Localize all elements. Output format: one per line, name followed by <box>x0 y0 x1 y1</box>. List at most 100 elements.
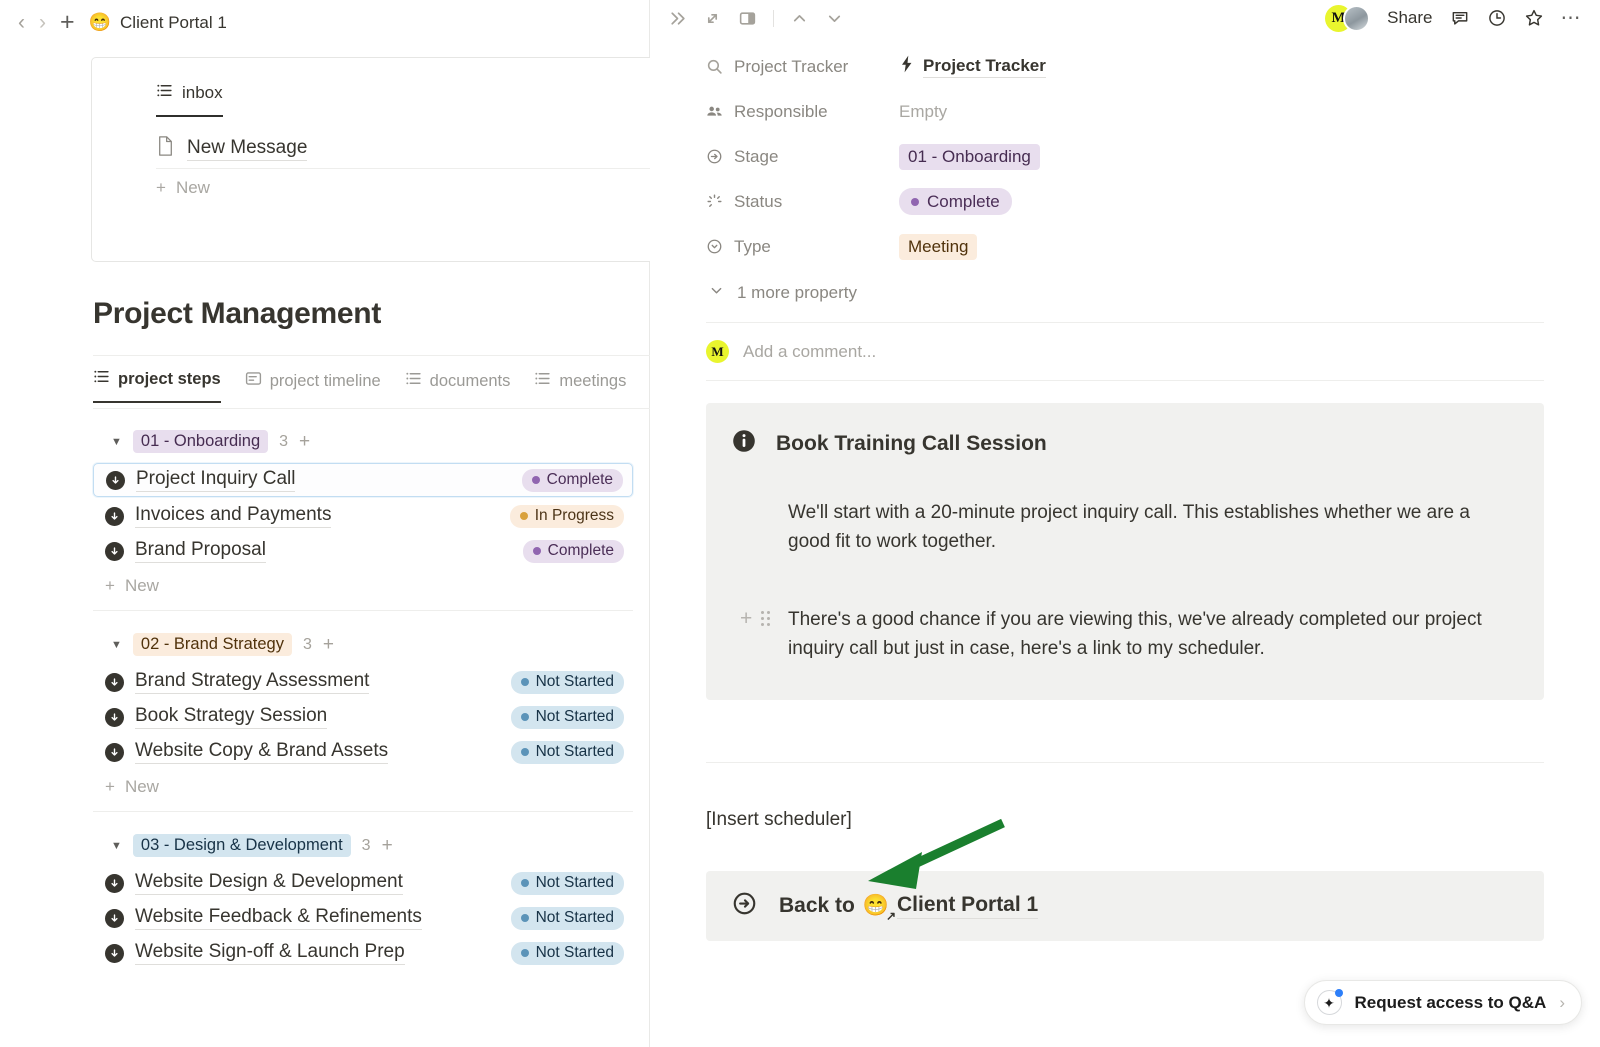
row-main: Project Inquiry Call <box>106 468 295 492</box>
more-properties-toggle[interactable]: 1 more property <box>650 269 1600 304</box>
tab-documents[interactable]: documents <box>405 370 511 403</box>
group-count: 3 <box>279 433 288 451</box>
back-icon[interactable]: ‹ <box>18 12 25 33</box>
property-name[interactable]: Status <box>706 192 899 212</box>
tab-project-timeline[interactable]: project timeline <box>245 370 381 403</box>
arrow-up-right-icon: ↗ <box>886 909 896 923</box>
group-new-label: New <box>125 777 159 797</box>
property-name[interactable]: Stage <box>706 147 899 167</box>
property-name[interactable]: Type <box>706 237 899 257</box>
plus-icon: + <box>156 178 166 198</box>
group-header[interactable]: ▼ 01 - Onboarding 3 + <box>93 424 633 463</box>
inbox-new-button[interactable]: + New <box>156 178 650 198</box>
tab-project-steps[interactable]: project steps <box>93 368 221 403</box>
back-to-link-label[interactable]: Client Portal 1 <box>897 893 1038 919</box>
star-icon[interactable] <box>1524 8 1544 28</box>
property-value-empty[interactable]: Empty <box>899 102 947 122</box>
property-name[interactable]: Responsible <box>706 102 899 122</box>
forward-icon[interactable]: › <box>39 12 46 33</box>
chevron-up-icon[interactable] <box>790 9 809 28</box>
property-row-responsible[interactable]: Responsible Empty <box>706 89 1600 134</box>
group-header[interactable]: ▼ 02 - Brand Strategy 3 + <box>93 627 633 666</box>
side-peek-icon[interactable] <box>738 9 757 28</box>
clock-icon[interactable] <box>1487 8 1507 28</box>
property-value-chip[interactable]: 01 - Onboarding <box>899 144 1040 170</box>
sparkle-glyph: ✦ <box>1323 996 1335 1010</box>
property-value-chip[interactable]: Meeting <box>899 234 977 260</box>
request-access-qa-button[interactable]: ✦ Request access to Q&A › <box>1304 980 1582 1025</box>
list-item-label: New Message <box>187 137 307 161</box>
drag-handle-icon[interactable] <box>761 611 770 626</box>
double-chevron-right-icon[interactable] <box>668 9 687 28</box>
property-value-relation[interactable]: Project Tracker <box>899 55 1046 78</box>
property-value-badge[interactable]: Complete <box>899 188 1012 215</box>
list-view-icon <box>156 82 173 104</box>
add-block-icon[interactable]: + <box>740 608 752 629</box>
status-label: Not Started <box>536 708 614 726</box>
breadcrumb[interactable]: 😁 Client Portal 1 <box>89 12 227 33</box>
chevron-down-icon[interactable] <box>825 9 844 28</box>
group-add-icon[interactable]: + <box>323 634 334 656</box>
table-row[interactable]: Website Copy & Brand Assets Not Started <box>93 736 633 768</box>
status-badge[interactable]: In Progress <box>510 505 624 528</box>
plus-icon[interactable]: + <box>60 10 75 35</box>
table-row[interactable]: Website Sign-off & Launch Prep Not Start… <box>93 937 633 969</box>
table-row[interactable]: Brand Strategy Assessment Not Started <box>93 666 633 698</box>
group-header[interactable]: ▼ 03 - Design & Development 3 + <box>93 828 633 867</box>
chevron-down-icon[interactable]: ▼ <box>111 639 122 651</box>
tab-project-timeline-label: project timeline <box>270 372 381 391</box>
expand-diagonal-icon[interactable] <box>703 9 722 28</box>
ellipsis-icon[interactable]: ⋯ <box>1561 12 1583 24</box>
group-name-chip: 01 - Onboarding <box>133 430 268 453</box>
property-row-stage[interactable]: Stage 01 - Onboarding <box>706 134 1600 179</box>
table-row[interactable]: Website Feedback & Refinements Not Start… <box>93 902 633 934</box>
property-row-type[interactable]: Type Meeting <box>706 224 1600 269</box>
property-row-status[interactable]: Status Complete <box>706 179 1600 224</box>
status-badge[interactable]: Not Started <box>511 671 624 694</box>
tab-inbox[interactable]: inbox <box>156 82 223 117</box>
property-name[interactable]: Project Tracker <box>706 57 899 77</box>
tab-meetings[interactable]: meetings <box>534 370 626 403</box>
share-button[interactable]: Share <box>1387 8 1432 28</box>
add-comment-row[interactable]: M Add a comment... <box>650 323 1600 363</box>
status-badge[interactable]: Complete <box>523 540 624 563</box>
back-to-prefix: Back to <box>779 894 855 918</box>
row-title: Brand Proposal <box>135 539 266 563</box>
table-row[interactable]: Book Strategy Session Not Started <box>93 701 633 733</box>
inbox-tab-row: inbox <box>92 58 650 117</box>
status-label: Not Started <box>536 743 614 761</box>
list-item[interactable]: New Message <box>156 135 650 163</box>
status-dot-icon <box>521 713 529 721</box>
download-circle-icon <box>106 471 125 490</box>
group-add-icon[interactable]: + <box>299 431 310 453</box>
app-root: ‹ › + 😁 Client Portal 1 <box>0 0 1600 1047</box>
status-dot-icon <box>533 547 541 555</box>
status-badge[interactable]: Not Started <box>511 872 624 895</box>
status-badge[interactable]: Complete <box>522 469 623 492</box>
comment-icon[interactable] <box>1450 8 1470 28</box>
group-new-button[interactable]: + New <box>93 771 633 797</box>
status-badge[interactable]: Not Started <box>511 741 624 764</box>
arrow-circle-icon <box>732 891 757 921</box>
status-badge[interactable]: Not Started <box>511 942 624 965</box>
block-handles: + <box>740 608 770 629</box>
scheduler-placeholder[interactable]: [Insert scheduler] <box>650 763 1600 831</box>
group-new-label: New <box>125 576 159 596</box>
table-row[interactable]: Website Design & Development Not Started <box>93 867 633 899</box>
toolbar-divider <box>773 10 774 27</box>
status-badge[interactable]: Not Started <box>511 907 624 930</box>
group-new-button[interactable]: + New <box>93 570 633 596</box>
property-row-project-tracker[interactable]: Project Tracker Project Tracker <box>706 44 1600 89</box>
table-row[interactable]: Invoices and Payments In Progress <box>93 500 633 532</box>
table-row[interactable]: Brand Proposal Complete <box>93 535 633 567</box>
back-to-link-block[interactable]: Back to 😁 ↗ Client Portal 1 <box>706 871 1544 941</box>
chevron-down-icon[interactable]: ▼ <box>111 436 122 448</box>
inbox-card: inbox New Message + New <box>91 57 650 262</box>
table-row[interactable]: Project Inquiry Call Complete <box>93 463 633 497</box>
collaborator-avatars[interactable]: M <box>1325 5 1370 32</box>
download-circle-icon <box>105 909 124 928</box>
group-add-icon[interactable]: + <box>382 835 393 857</box>
comment-input[interactable]: Add a comment... <box>743 342 876 362</box>
chevron-down-icon[interactable]: ▼ <box>111 840 122 852</box>
status-badge[interactable]: Not Started <box>511 706 624 729</box>
